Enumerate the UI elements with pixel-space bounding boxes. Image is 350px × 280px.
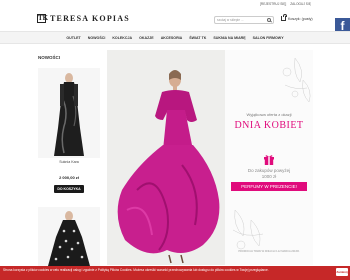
search-icon[interactable] — [267, 18, 271, 22]
cookie-close-button[interactable]: Zamknij — [336, 268, 348, 276]
product-name[interactable]: Suknia Kara — [38, 160, 100, 164]
gift-icon — [263, 152, 275, 165]
offer-subtitle: Wyjątkowa oferta z okazji — [246, 112, 292, 117]
brand-mark-icon: TK — [37, 13, 49, 23]
promo-banner[interactable]: Wyjątkowa oferta z okazji DNIA KOBIET Do… — [107, 50, 313, 265]
shopping-bag-icon — [281, 14, 287, 21]
offer-title: DNIA KOBIET — [234, 120, 304, 131]
banner-photo — [107, 50, 227, 265]
cookie-text: Strona korzysta z plików cookies w celu … — [3, 268, 269, 272]
nav-item-outlet[interactable]: OUTLET — [63, 36, 84, 40]
brand-name: TERESA KOPIAS — [50, 13, 130, 23]
product-image[interactable] — [38, 207, 100, 266]
search-placeholder: szukaj w sklepie ... — [217, 18, 244, 22]
nav-item-kolekcja[interactable]: KOLEKCJA — [109, 36, 136, 40]
search-input[interactable]: szukaj w sklepie ... — [214, 16, 274, 24]
model-magenta-dress-image — [107, 50, 227, 265]
cart-link[interactable]: Koszyk: (pusty) — [281, 14, 313, 21]
account-links: [REJESTRUJ SIĘ] ZALOGUJ SIĘ — [260, 2, 311, 6]
banner-offer: Wyjątkowa oferta z okazji DNIA KOBIET Do… — [225, 50, 313, 265]
nav-item-okazje[interactable]: OKAZJE — [136, 36, 158, 40]
nav-item-suknia-na-miare[interactable]: SUKNIA NA MIARĘ — [210, 36, 249, 40]
new-products-title: NOWOŚCI — [38, 55, 60, 60]
product-price: 2 000,00 zł — [59, 175, 79, 180]
promo-button[interactable]: PERFUMY W PREZENCIE! — [231, 182, 307, 191]
add-to-cart-button[interactable]: DO KOSZYKA — [54, 185, 84, 193]
cart-label: Koszyk: (pusty) — [288, 16, 313, 21]
cookie-bar: Strona korzysta z plików cookies w celu … — [0, 266, 350, 280]
nav-item-salon-firmowy[interactable]: SALON FIRMOWY — [249, 36, 287, 40]
product-image[interactable] — [38, 68, 100, 158]
promo-fine-print: PROMOCJA TRWA W DNIACH 6-12 MARCA 2016R. — [238, 250, 300, 253]
dress-polka-image — [38, 207, 100, 266]
nav-item-swiat-tk[interactable]: ŚWIAT TK — [186, 36, 210, 40]
login-link[interactable]: ZALOGUJ SIĘ — [290, 2, 311, 6]
dress-black-image — [38, 68, 100, 158]
main-nav: OUTLET NOWOŚCI KOLEKCJA OKAZJE AKCESORIA… — [0, 31, 350, 44]
offer-amount: 1000 zł — [261, 174, 277, 179]
brand-logo[interactable]: TK TERESA KOPIAS — [37, 13, 130, 23]
header: TK TERESA KOPIAS [REJESTRUJ SIĘ] ZALOGUJ… — [0, 0, 350, 33]
register-link[interactable]: [REJESTRUJ SIĘ] — [260, 2, 286, 6]
nav-item-akcesoria[interactable]: AKCESORIA — [157, 36, 186, 40]
nav-item-nowosci[interactable]: NOWOŚCI — [84, 36, 109, 40]
